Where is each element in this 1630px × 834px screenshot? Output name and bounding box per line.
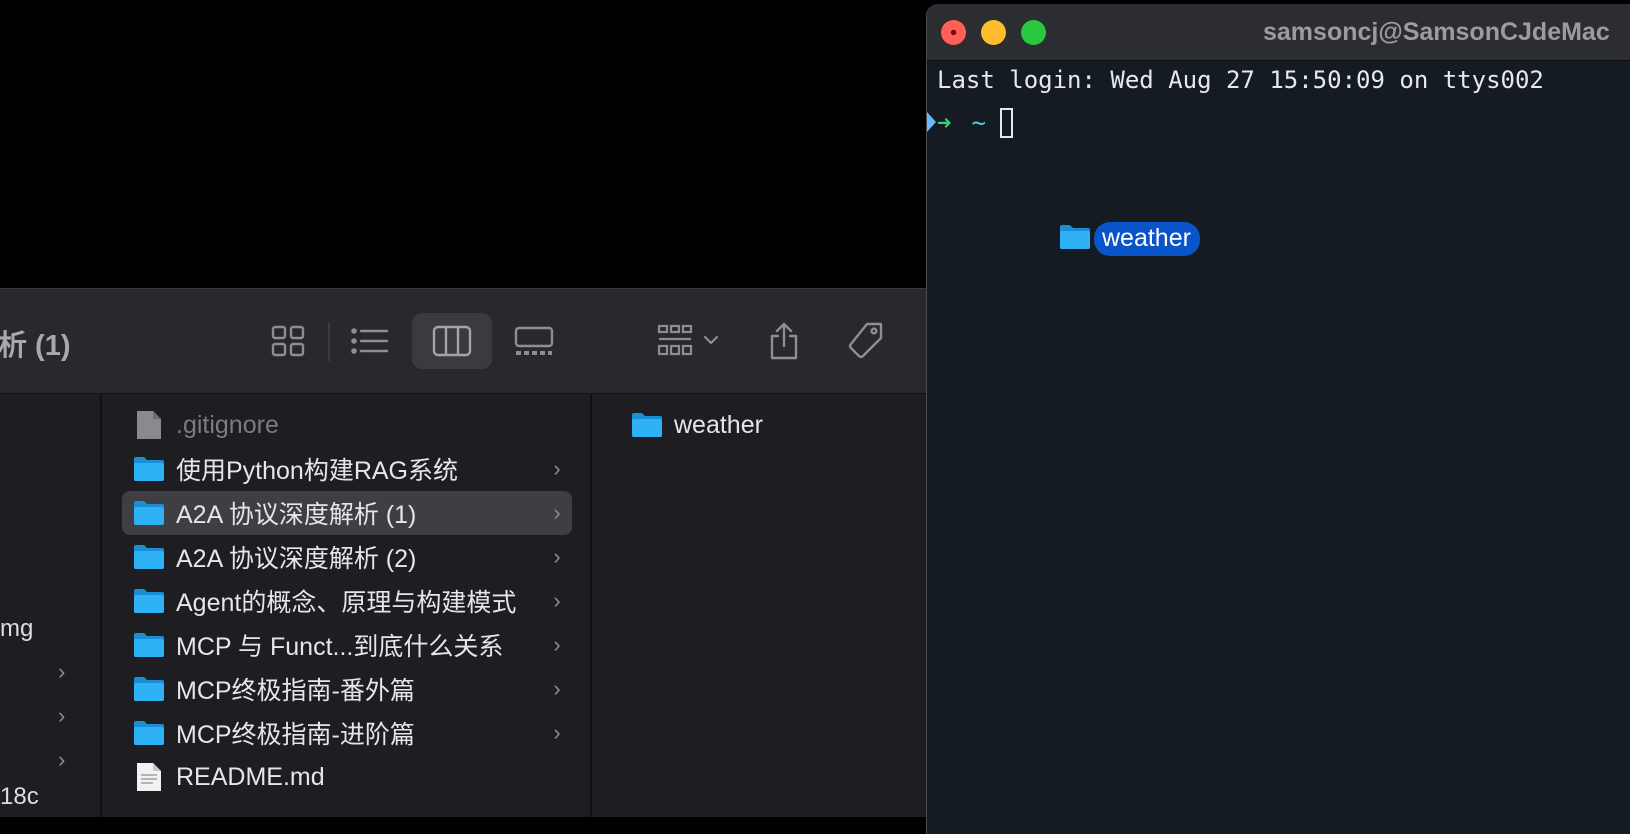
text-cursor	[999, 108, 1013, 138]
terminal-window[interactable]: samsoncj@SamsonCJdeMac Last login: Wed A…	[926, 4, 1630, 834]
chevron-right-icon: ›	[553, 544, 561, 569]
finder-column-current: .gitignore 使用Python构建RAG系统 › A2A 协议深度解析 …	[102, 393, 592, 817]
share-icon[interactable]	[754, 313, 814, 369]
chevron-right-icon: ›	[553, 588, 561, 613]
list-item[interactable]: .gitignore	[122, 403, 572, 447]
list-item-label: A2A 协议深度解析 (2)	[176, 545, 417, 573]
list-item[interactable]: weather	[620, 403, 920, 447]
list-item[interactable]: README.md	[122, 755, 572, 799]
grid-view-icon[interactable]	[258, 313, 318, 369]
list-item-label: weather	[674, 410, 763, 439]
list-item[interactable]: MCP终极指南-进阶篇 ›	[122, 711, 572, 755]
list-item[interactable]: 18c	[0, 783, 39, 811]
zoom-button[interactable]	[1021, 20, 1046, 45]
chevron-right-icon: ›	[58, 703, 66, 728]
chevron-right-icon: ›	[58, 747, 66, 772]
tag-icon[interactable]	[836, 313, 896, 369]
list-item[interactable]: Agent的概念、原理与构建模式 ›	[122, 579, 572, 623]
list-item-label: README.md	[176, 762, 325, 791]
terminal-title-bar[interactable]: samsoncj@SamsonCJdeMac	[927, 4, 1630, 61]
folder-icon	[134, 544, 164, 570]
toolbar-divider	[328, 323, 330, 361]
list-item-label: .gitignore	[176, 410, 279, 439]
list-item-label: 使用Python构建RAG系统	[176, 457, 459, 485]
folder-icon	[1060, 224, 1090, 254]
list-item-label: A2A 协议深度解析 (1)	[176, 501, 417, 529]
prompt-arrow-icon: ➜	[937, 109, 952, 137]
list-item-label: Agent的概念、原理与构建模式	[176, 589, 517, 617]
list-item[interactable]: A2A 协议深度解析 (2) ›	[122, 535, 572, 579]
list-item-label: MCP 与 Funct...到底什么关系	[176, 633, 504, 661]
finder-window-title: 析 (1)	[0, 330, 71, 362]
chevron-right-icon: ›	[553, 676, 561, 701]
list-item[interactable]: MCP终极指南-番外篇 ›	[122, 667, 572, 711]
close-button[interactable]	[941, 20, 966, 45]
list-view-icon[interactable]	[340, 313, 400, 369]
finder-column-parent: mg › › › 18c	[0, 393, 102, 817]
column-view-icon[interactable]	[412, 313, 492, 369]
list-item-selected[interactable]: A2A 协议深度解析 (1) ›	[122, 491, 572, 535]
chevron-right-icon: ›	[58, 659, 66, 684]
chevron-right-icon: ›	[553, 720, 561, 745]
folder-icon	[134, 588, 164, 614]
gallery-view-icon[interactable]	[504, 313, 564, 369]
list-item[interactable]: 使用Python构建RAG系统 ›	[122, 447, 572, 491]
prompt-line[interactable]: ➜ ~	[927, 106, 1013, 140]
chevron-right-icon: ›	[553, 456, 561, 481]
chevron-right-icon: ›	[553, 500, 561, 525]
list-item-label: MCP终极指南-进阶篇	[176, 721, 415, 749]
finder-column-child: weather	[592, 393, 926, 817]
terminal-title: samsoncj@SamsonCJdeMac	[1263, 18, 1610, 46]
folder-icon	[134, 676, 164, 702]
folder-icon	[134, 720, 164, 746]
folder-icon	[134, 632, 164, 658]
group-by-icon[interactable]	[652, 313, 732, 369]
last-login-line: Last login: Wed Aug 27 15:50:09 on ttys0…	[937, 66, 1544, 94]
minimize-button[interactable]	[981, 20, 1006, 45]
list-item[interactable]: MCP 与 Funct...到底什么关系 ›	[122, 623, 572, 667]
folder-icon	[134, 456, 164, 482]
drag-preview-label: weather	[1094, 222, 1200, 256]
list-item-label: MCP终极指南-番外篇	[176, 677, 415, 705]
chevron-right-icon: ›	[553, 632, 561, 657]
finder-window: 析 (1) mg › › › 18c .gitignore 使用Python构建…	[0, 288, 926, 817]
generic-file-icon	[134, 411, 164, 439]
list-item[interactable]: mg	[0, 615, 33, 643]
folder-icon	[134, 500, 164, 526]
prompt-directory: ~	[971, 109, 986, 137]
folder-icon	[632, 412, 662, 438]
finder-toolbar: 析 (1)	[0, 289, 926, 394]
drag-preview: weather	[1060, 222, 1200, 256]
markdown-file-icon	[134, 763, 164, 791]
